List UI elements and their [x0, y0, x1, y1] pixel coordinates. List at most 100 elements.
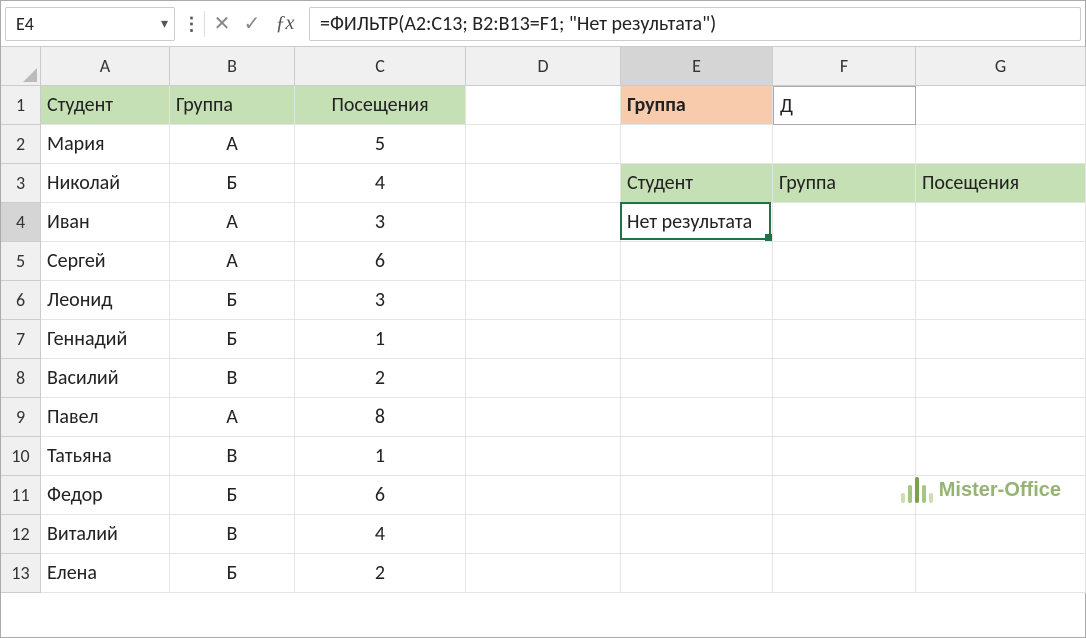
cell-B1[interactable]: Группа: [170, 86, 295, 125]
cell-B9[interactable]: А: [170, 398, 295, 437]
cell-B6[interactable]: Б: [170, 281, 295, 320]
cell-D11[interactable]: [466, 476, 621, 515]
cell-E13[interactable]: [621, 554, 773, 593]
row-header-13[interactable]: 13: [1, 554, 41, 593]
cell-B10[interactable]: В: [170, 437, 295, 476]
cell-B12[interactable]: В: [170, 515, 295, 554]
col-header-C[interactable]: C: [295, 47, 466, 86]
cell-G1[interactable]: [916, 86, 1086, 125]
cell-B13[interactable]: Б: [170, 554, 295, 593]
col-header-A[interactable]: A: [41, 47, 170, 86]
row-header-12[interactable]: 12: [1, 515, 41, 554]
cell-G3[interactable]: Посещения: [916, 164, 1086, 203]
cell-F2[interactable]: [773, 125, 916, 164]
cell-D9[interactable]: [466, 398, 621, 437]
enter-icon[interactable]: ✓: [237, 9, 267, 39]
row-header-8[interactable]: 8: [1, 359, 41, 398]
cell-F5[interactable]: [773, 242, 916, 281]
col-header-E[interactable]: E: [621, 47, 773, 86]
cell-D12[interactable]: [466, 515, 621, 554]
col-header-G[interactable]: G: [916, 47, 1086, 86]
spreadsheet[interactable]: ABCDEFG1СтудентГруппаПосещенияГруппаД2Ма…: [1, 47, 1085, 593]
row-header-9[interactable]: 9: [1, 398, 41, 437]
cell-B2[interactable]: А: [170, 125, 295, 164]
cell-F9[interactable]: [773, 398, 916, 437]
cell-E7[interactable]: [621, 320, 773, 359]
cell-D10[interactable]: [466, 437, 621, 476]
row-header-7[interactable]: 7: [1, 320, 41, 359]
row-header-1[interactable]: 1: [1, 86, 41, 125]
cell-B3[interactable]: Б: [170, 164, 295, 203]
cell-C10[interactable]: 1: [295, 437, 466, 476]
cell-G6[interactable]: [916, 281, 1086, 320]
cell-D6[interactable]: [466, 281, 621, 320]
cancel-icon[interactable]: ✕: [207, 9, 237, 39]
cell-F8[interactable]: [773, 359, 916, 398]
cell-C12[interactable]: 4: [295, 515, 466, 554]
cell-E9[interactable]: [621, 398, 773, 437]
cell-F10[interactable]: [773, 437, 916, 476]
cell-A5[interactable]: Сергей: [41, 242, 170, 281]
row-header-3[interactable]: 3: [1, 164, 41, 203]
formula-input[interactable]: =ФИЛЬТР(A2:C13; B2:B13=F1; "Нет результа…: [309, 7, 1081, 41]
cell-G2[interactable]: [916, 125, 1086, 164]
col-header-B[interactable]: B: [170, 47, 295, 86]
cell-A7[interactable]: Геннадий: [41, 320, 170, 359]
cell-G9[interactable]: [916, 398, 1086, 437]
cell-C4[interactable]: 3: [295, 203, 466, 242]
cell-F13[interactable]: [773, 554, 916, 593]
cell-E6[interactable]: [621, 281, 773, 320]
cell-G13[interactable]: [916, 554, 1086, 593]
cell-E10[interactable]: [621, 437, 773, 476]
cell-F4[interactable]: [773, 203, 916, 242]
cell-A12[interactable]: Виталий: [41, 515, 170, 554]
cell-A3[interactable]: Николай: [41, 164, 170, 203]
cell-A10[interactable]: Татьяна: [41, 437, 170, 476]
cell-D13[interactable]: [466, 554, 621, 593]
cell-E3[interactable]: Студент: [621, 164, 773, 203]
cell-D4[interactable]: [466, 203, 621, 242]
select-all-button[interactable]: [1, 47, 41, 86]
cell-E8[interactable]: [621, 359, 773, 398]
cell-A1[interactable]: Студент: [41, 86, 170, 125]
row-header-10[interactable]: 10: [1, 437, 41, 476]
cell-D1[interactable]: [466, 86, 621, 125]
cell-D5[interactable]: [466, 242, 621, 281]
cell-G7[interactable]: [916, 320, 1086, 359]
cell-E5[interactable]: [621, 242, 773, 281]
cell-G5[interactable]: [916, 242, 1086, 281]
cell-E11[interactable]: [621, 476, 773, 515]
cell-E1[interactable]: Группа: [621, 86, 773, 125]
cell-E4[interactable]: Нет результата: [621, 203, 773, 242]
cell-E12[interactable]: [621, 515, 773, 554]
cell-E2[interactable]: [621, 125, 773, 164]
cell-G10[interactable]: [916, 437, 1086, 476]
cell-B8[interactable]: В: [170, 359, 295, 398]
cell-C11[interactable]: 6: [295, 476, 466, 515]
cell-C1[interactable]: Посещения: [295, 86, 466, 125]
cell-F1[interactable]: Д: [773, 86, 916, 125]
col-header-D[interactable]: D: [466, 47, 621, 86]
cell-D3[interactable]: [466, 164, 621, 203]
cell-A6[interactable]: Леонид: [41, 281, 170, 320]
cell-D8[interactable]: [466, 359, 621, 398]
cell-F6[interactable]: [773, 281, 916, 320]
cell-C3[interactable]: 4: [295, 164, 466, 203]
cell-F7[interactable]: [773, 320, 916, 359]
cell-C7[interactable]: 1: [295, 320, 466, 359]
row-header-11[interactable]: 11: [1, 476, 41, 515]
cell-B4[interactable]: А: [170, 203, 295, 242]
cell-A2[interactable]: Мария: [41, 125, 170, 164]
fx-icon[interactable]: ƒx: [267, 12, 303, 35]
row-header-5[interactable]: 5: [1, 242, 41, 281]
cell-G4[interactable]: [916, 203, 1086, 242]
cell-F12[interactable]: [773, 515, 916, 554]
cell-C6[interactable]: 3: [295, 281, 466, 320]
cell-G8[interactable]: [916, 359, 1086, 398]
cell-C13[interactable]: 2: [295, 554, 466, 593]
col-header-F[interactable]: F: [773, 47, 916, 86]
cell-A11[interactable]: Федор: [41, 476, 170, 515]
row-header-6[interactable]: 6: [1, 281, 41, 320]
cell-A13[interactable]: Елена: [41, 554, 170, 593]
cell-C9[interactable]: 8: [295, 398, 466, 437]
